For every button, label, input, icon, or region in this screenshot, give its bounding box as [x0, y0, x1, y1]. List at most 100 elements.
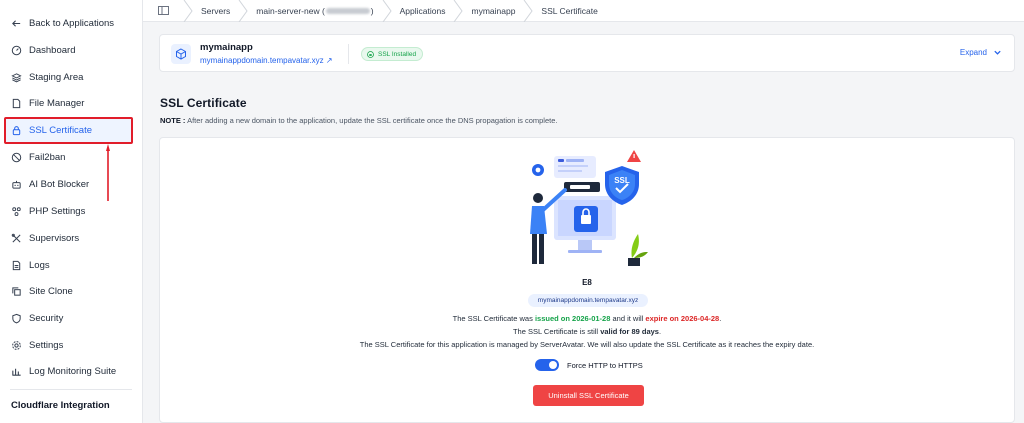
sidebar-item-label: File Manager: [29, 97, 85, 109]
certificate-domain-pill: mymainappdomain.tempavatar.xyz: [528, 294, 648, 307]
breadcrumb-applications-label: Applications: [399, 5, 446, 16]
expand-button[interactable]: Expand: [960, 48, 1002, 57]
sidebar-toggle-button[interactable]: [143, 0, 183, 22]
breadcrumb-server-label: main-server-new (: [256, 5, 325, 16]
nodes-icon: [10, 205, 22, 217]
uninstall-ssl-button[interactable]: Uninstall SSL Certificate: [533, 385, 644, 406]
note-label: NOTE :: [160, 116, 186, 125]
dates-text-part: .: [719, 314, 722, 323]
breadcrumb-server[interactable]: main-server-new ( ): [248, 0, 381, 22]
panel-icon: [157, 6, 169, 15]
note-body: After adding a new domain to the applica…: [185, 116, 558, 125]
chevron-down-icon: [994, 50, 1001, 55]
ssl-status-badge: SSL Installed: [361, 47, 424, 61]
shield-icon: [10, 312, 22, 324]
sidebar-item-label: AI Bot Blocker: [29, 178, 90, 190]
sidebar-item-label: Security: [29, 312, 64, 324]
breadcrumb: Servers main-server-new ( ) Applications…: [143, 0, 1024, 22]
sidebar-item-site-clone[interactable]: Site Clone: [10, 280, 73, 302]
breadcrumb-servers[interactable]: Servers: [193, 0, 238, 22]
lock-icon: [10, 124, 22, 136]
sidebar-item-supervisors[interactable]: Supervisors: [10, 227, 79, 249]
app-name: mymainapp: [200, 42, 253, 53]
sidebar-item-label: Supervisors: [29, 232, 80, 244]
force-https-row: Force HTTP to HTTPS: [535, 359, 643, 371]
robot-icon: [10, 178, 22, 190]
sidebar-item-fail2ban[interactable]: Fail2ban: [10, 146, 65, 168]
back-to-applications-link[interactable]: Back to Applications: [10, 12, 114, 34]
sidebar-item-label: Logs: [29, 259, 50, 271]
sidebar-section-title: Cloudflare Integration: [11, 400, 110, 411]
sidebar-item-label: Dashboard: [29, 44, 76, 56]
layers-icon: [10, 71, 22, 83]
lock-badge-icon: [367, 50, 374, 58]
sidebar-item-label: Staging Area: [29, 71, 84, 83]
tools-icon: [10, 232, 22, 244]
header-divider: [348, 44, 349, 64]
sidebar-item-label: PHP Settings: [29, 205, 86, 217]
arrow-left-icon: [10, 17, 22, 29]
breadcrumb-current: SSL Certificate: [533, 0, 605, 22]
certificate-validity-text: The SSL Certificate is still valid for 8…: [160, 327, 1014, 336]
breadcrumb-applications[interactable]: Applications: [392, 0, 454, 22]
sidebar-divider: [10, 389, 132, 390]
annotation-arrow-icon: [106, 144, 110, 201]
sidebar-item-label: Fail2ban: [29, 151, 66, 163]
ban-icon: [10, 151, 22, 163]
sidebar-item-php-settings[interactable]: PHP Settings: [10, 200, 85, 222]
dashboard-icon: [10, 44, 22, 56]
dates-text-part: The SSL Certificate was: [452, 314, 535, 323]
certificate-dates-text: The SSL Certificate was issued on 2026-0…: [160, 314, 1014, 323]
sidebar-item-ai-bot-blocker[interactable]: AI Bot Blocker: [10, 173, 89, 195]
dates-text-part: and it will: [610, 314, 646, 323]
breadcrumb-separator-icon: [183, 0, 193, 22]
redacted-ip: [325, 7, 370, 14]
note-text: NOTE : After adding a new domain to the …: [160, 116, 557, 125]
breadcrumb-separator-icon: [382, 0, 392, 22]
force-https-toggle[interactable]: [535, 359, 559, 371]
app-header-card: mymainapp mymainappdomain.tempavatar.xyz…: [159, 34, 1015, 72]
sidebar-item-dashboard[interactable]: Dashboard: [10, 39, 75, 61]
sidebar-item-logs[interactable]: Logs: [10, 254, 50, 276]
breadcrumb-app[interactable]: mymainapp: [463, 0, 523, 22]
chart-icon: [10, 365, 22, 377]
certificate-managed-text: The SSL Certificate for this application…: [359, 340, 815, 349]
breadcrumb-separator-icon: [238, 0, 248, 22]
sidebar-item-file-manager[interactable]: File Manager: [10, 92, 84, 114]
sidebar-item-ssl-certificate[interactable]: SSL Certificate: [10, 119, 92, 141]
gear-icon: [10, 339, 22, 351]
document-icon: [10, 259, 22, 271]
page-title: SSL Certificate: [160, 96, 247, 110]
ssl-illustration: SSL: [530, 150, 648, 266]
breadcrumb-app-label: mymainapp: [471, 5, 516, 16]
breadcrumb-current-label: SSL Certificate: [541, 5, 598, 16]
sidebar-item-label: SSL Certificate: [29, 124, 93, 136]
breadcrumb-separator-icon: [523, 0, 534, 22]
breadcrumb-separator-icon: [453, 0, 464, 22]
sidebar-item-label: Log Monitoring Suite: [29, 365, 117, 377]
force-https-label: Force HTTP to HTTPS: [567, 360, 643, 370]
sidebar-item-label: Settings: [29, 339, 64, 351]
ssl-status-label: SSL Installed: [378, 50, 417, 58]
certificate-name: E8: [582, 278, 592, 287]
sidebar-item-settings[interactable]: Settings: [10, 334, 63, 356]
copy-icon: [10, 285, 22, 297]
breadcrumb-server-suffix: ): [370, 5, 374, 16]
breadcrumb-servers-label: Servers: [201, 5, 231, 16]
sidebar: Back to Applications Dashboard Staging A…: [0, 0, 143, 423]
cube-icon: [171, 44, 191, 64]
expire-date: expire on 2026-04-28: [645, 314, 720, 323]
sidebar-item-log-monitoring-suite[interactable]: Log Monitoring Suite: [10, 360, 116, 382]
ssl-certificate-card: SSL E8 mymainappdomain.tempavatar.xyz Th…: [159, 137, 1015, 423]
sidebar-item-label: Site Clone: [29, 285, 73, 297]
validity-days: valid for 89 days: [600, 327, 659, 336]
issued-date: issued on 2026-01-28: [534, 314, 611, 323]
app-domain-link[interactable]: mymainappdomain.tempavatar.xyz ↗: [200, 56, 333, 65]
sidebar-item-security[interactable]: Security: [10, 307, 63, 329]
validity-text-part: .: [658, 327, 662, 336]
file-icon: [10, 97, 22, 109]
validity-text-part: The SSL Certificate is still: [512, 327, 601, 336]
sidebar-item-staging-area[interactable]: Staging Area: [10, 66, 83, 88]
back-label: Back to Applications: [29, 17, 115, 29]
expand-label: Expand: [959, 48, 987, 57]
